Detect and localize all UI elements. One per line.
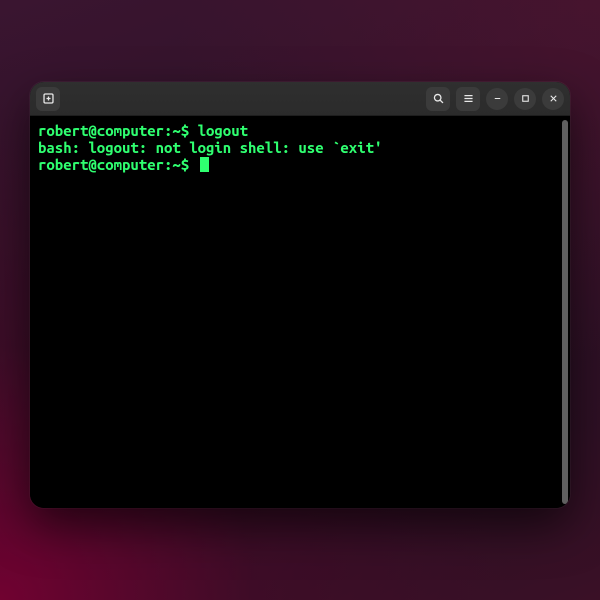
terminal-output-line: bash: logout: not login shell: use `exit… [38, 139, 562, 156]
search-icon [432, 92, 445, 105]
new-tab-icon [42, 92, 55, 105]
maximize-button[interactable] [514, 88, 536, 110]
window-titlebar[interactable] [30, 82, 570, 116]
terminal-content[interactable]: robert@computer:~$ logoutbash: logout: n… [30, 116, 570, 179]
terminal-window: robert@computer:~$ logoutbash: logout: n… [30, 82, 570, 508]
terminal-prompt-line: robert@computer:~$ [38, 156, 562, 173]
close-icon [548, 93, 559, 104]
desktop-wallpaper: robert@computer:~$ logoutbash: logout: n… [0, 0, 600, 600]
menu-button[interactable] [456, 87, 480, 111]
terminal-scrollbar[interactable] [562, 120, 568, 504]
minimize-button[interactable] [486, 88, 508, 110]
close-button[interactable] [542, 88, 564, 110]
terminal-cursor [200, 157, 209, 172]
minimize-icon [492, 93, 503, 104]
terminal-viewport[interactable]: robert@computer:~$ logoutbash: logout: n… [30, 116, 570, 508]
shell-prompt: robert@computer:~$ [38, 122, 198, 139]
shell-prompt: robert@computer:~$ [38, 156, 198, 173]
terminal-prompt-line: robert@computer:~$ logout [38, 122, 562, 139]
hamburger-menu-icon [462, 92, 475, 105]
shell-output: bash: logout: not login shell: use `exit… [38, 139, 382, 156]
maximize-icon [520, 93, 531, 104]
new-tab-button[interactable] [36, 87, 60, 111]
search-button[interactable] [426, 87, 450, 111]
shell-command: logout [198, 122, 248, 139]
